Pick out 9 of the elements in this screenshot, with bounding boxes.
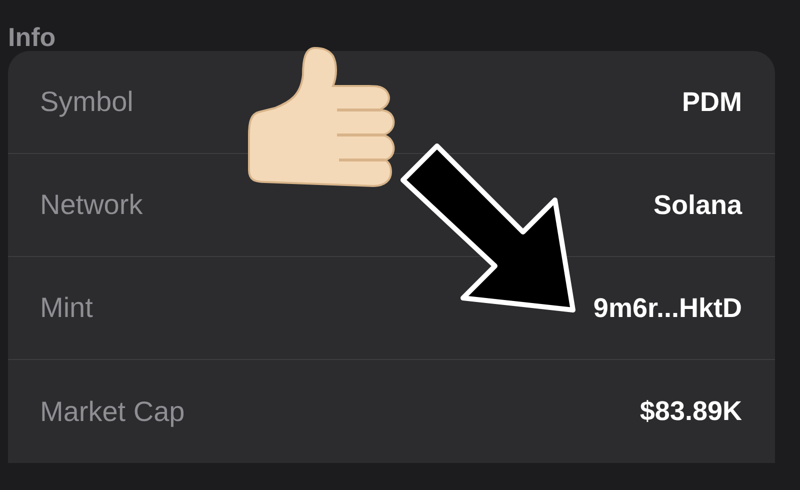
row-label: Symbol (40, 86, 134, 118)
row-value: Solana (653, 190, 742, 220)
row-label: Mint (40, 292, 93, 324)
row-value: 9m6r...HktD (593, 292, 742, 324)
row-value: PDM (682, 86, 742, 118)
row-label: Network (40, 189, 143, 221)
section-title: Info (7, 21, 56, 51)
row-label: Market Cap (40, 396, 185, 428)
row-value: $83.89K (640, 396, 742, 427)
